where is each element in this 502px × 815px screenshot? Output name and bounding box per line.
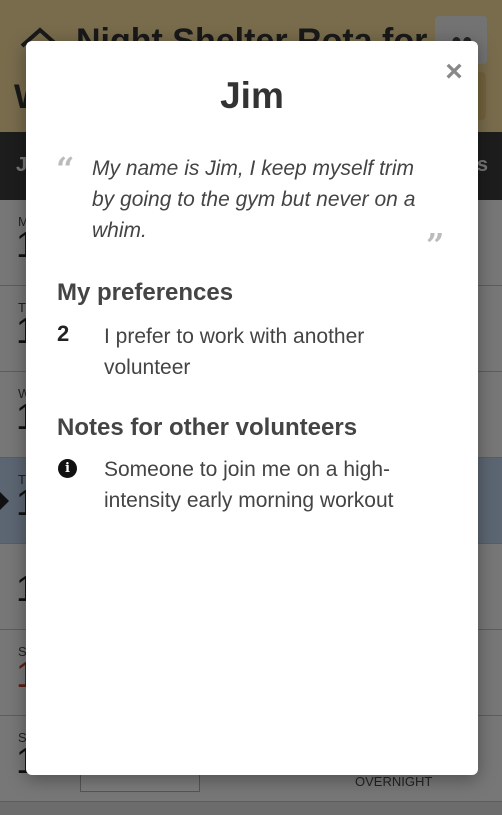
preferences-heading: My preferences: [57, 279, 234, 306]
preference-number: 2: [57, 321, 70, 346]
quote-close-icon: ”: [426, 226, 445, 264]
preference-text: I prefer to work with another volunteer: [104, 325, 365, 379]
volunteer-quote: My name is Jim, I keep myself trim by go…: [92, 157, 416, 242]
modal-title: Jim: [220, 75, 284, 116]
note-text: Someone to join me on a high-intensity e…: [104, 458, 394, 512]
info-circle-icon: i: [58, 459, 77, 478]
volunteer-profile-modal: × Jim “ My name is Jim, I keep myself tr…: [26, 41, 478, 775]
notes-heading: Notes for other volunteers: [57, 414, 358, 441]
quote-open-icon: “: [56, 150, 75, 188]
